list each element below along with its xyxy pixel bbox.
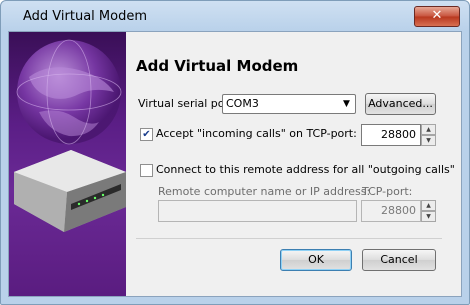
dialog-heading: Add Virtual Modem: [136, 57, 299, 75]
incoming-calls-label: Accept "incoming calls" on TCP-port:: [156, 127, 357, 140]
outgoing-calls-label: Connect to this remote address for all "…: [156, 163, 455, 176]
title-bar[interactable]: Add Virtual Modem ✕: [1, 1, 469, 31]
chevron-down-icon[interactable]: ▼: [338, 95, 355, 113]
cancel-button[interactable]: Cancel: [362, 249, 436, 271]
outgoing-port-stepper[interactable]: 28800 ▲ ▼: [361, 200, 436, 222]
outgoing-port-label: TCP-port:: [362, 185, 413, 198]
incoming-calls-checkbox[interactable]: ✔: [140, 128, 153, 141]
ok-button[interactable]: OK: [280, 249, 352, 271]
spin-down-icon[interactable]: ▼: [421, 135, 436, 146]
close-button[interactable]: ✕: [414, 6, 460, 27]
dialog-client-area: Add Virtual Modem Virtual serial port: C…: [8, 31, 462, 297]
spin-up-icon[interactable]: ▲: [421, 200, 436, 211]
window-title: Add Virtual Modem: [23, 9, 147, 24]
incoming-port-value: 28800: [381, 128, 416, 141]
outgoing-port-field[interactable]: 28800: [361, 200, 421, 222]
incoming-port-stepper[interactable]: 28800 ▲ ▼: [361, 124, 436, 146]
serial-port-select[interactable]: COM3 ▼: [222, 94, 356, 114]
spin-up-icon[interactable]: ▲: [421, 124, 436, 135]
advanced-button[interactable]: Advanced...: [365, 93, 436, 115]
dialog-window: Add Virtual Modem ✕ Add Virtual Modem Vi…: [0, 0, 470, 305]
outgoing-port-spin-buttons: ▲ ▼: [421, 200, 436, 222]
remote-address-label: Remote computer name or IP address:: [158, 185, 371, 198]
outgoing-port-value: 28800: [381, 204, 416, 217]
spin-down-icon[interactable]: ▼: [421, 211, 436, 222]
remote-address-input[interactable]: [158, 200, 357, 222]
cancel-button-label: Cancel: [380, 253, 418, 266]
outgoing-calls-checkbox[interactable]: [140, 164, 153, 177]
divider: [136, 238, 442, 239]
close-icon: ✕: [431, 8, 443, 23]
globe-modem-illustration: [14, 39, 126, 232]
incoming-port-spin-buttons: ▲ ▼: [421, 124, 436, 146]
incoming-port-field[interactable]: 28800: [361, 124, 421, 146]
ok-button-label: OK: [308, 253, 324, 266]
modem-icon: [14, 150, 126, 232]
advanced-button-label: Advanced...: [368, 97, 433, 110]
serial-port-value: COM3: [226, 97, 259, 110]
sidebar-banner: [9, 32, 126, 296]
